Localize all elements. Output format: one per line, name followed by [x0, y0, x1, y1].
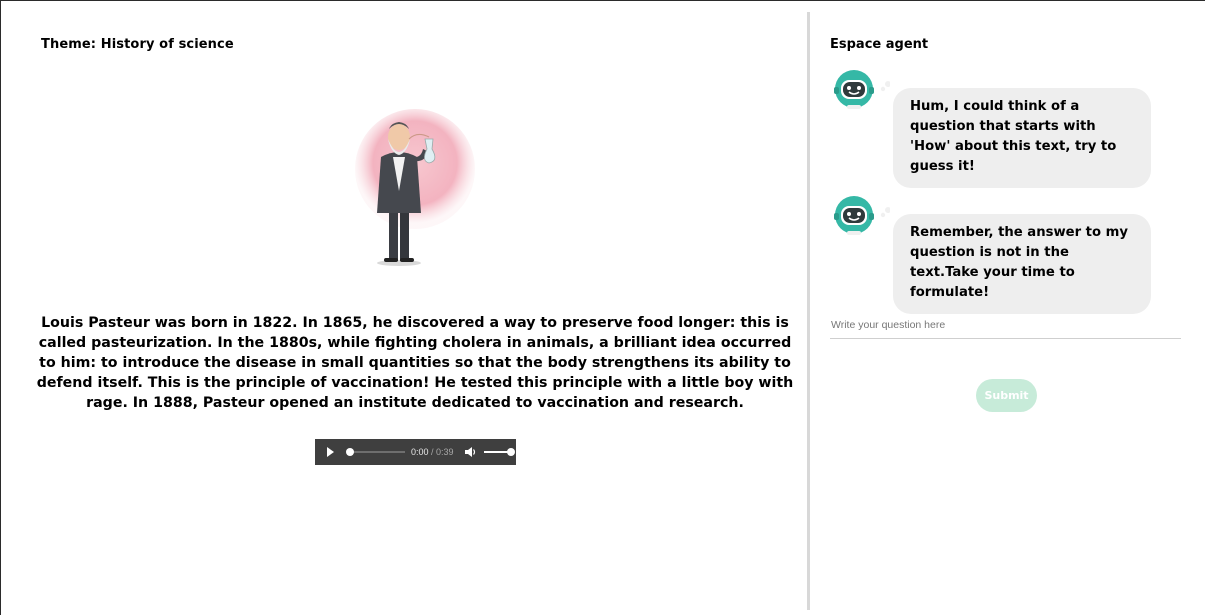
question-input[interactable] — [830, 315, 1181, 339]
audio-current-time: 0:00 — [411, 447, 429, 457]
agent-message: Hum, I could think of a question that st… — [893, 88, 1151, 188]
reading-panel: Theme: History of science Louis Pasteur … — [1, 1, 807, 615]
pasteur-illustration — [351, 101, 479, 269]
volume-track — [483, 451, 510, 453]
volume-slider[interactable] — [483, 447, 515, 457]
passage-text: Louis Pasteur was born in 1822. In 1865,… — [36, 315, 794, 411]
audio-time: 0:00 / 0:39 — [411, 447, 454, 457]
audio-seek-bar[interactable] — [346, 447, 405, 457]
play-icon[interactable] — [327, 447, 334, 457]
robot-avatar-icon — [830, 67, 891, 115]
audio-duration: / 0:39 — [431, 447, 454, 457]
volume-handle[interactable] — [506, 448, 515, 456]
robot-avatar-icon — [830, 193, 891, 241]
volume-icon[interactable] — [464, 447, 477, 457]
submit-button[interactable]: Submit — [976, 379, 1037, 412]
audio-player: 0:00 / 0:39 — [315, 439, 516, 465]
agent-message: Remember, the answer to my question is n… — [893, 214, 1151, 314]
agent-panel-title: Espace agent — [830, 37, 929, 52]
seek-handle[interactable] — [346, 448, 354, 456]
seek-track — [347, 451, 405, 453]
agent-panel: Espace agent Hum, I could think of a que… — [810, 1, 1206, 615]
theme-heading: Theme: History of science — [41, 37, 234, 52]
